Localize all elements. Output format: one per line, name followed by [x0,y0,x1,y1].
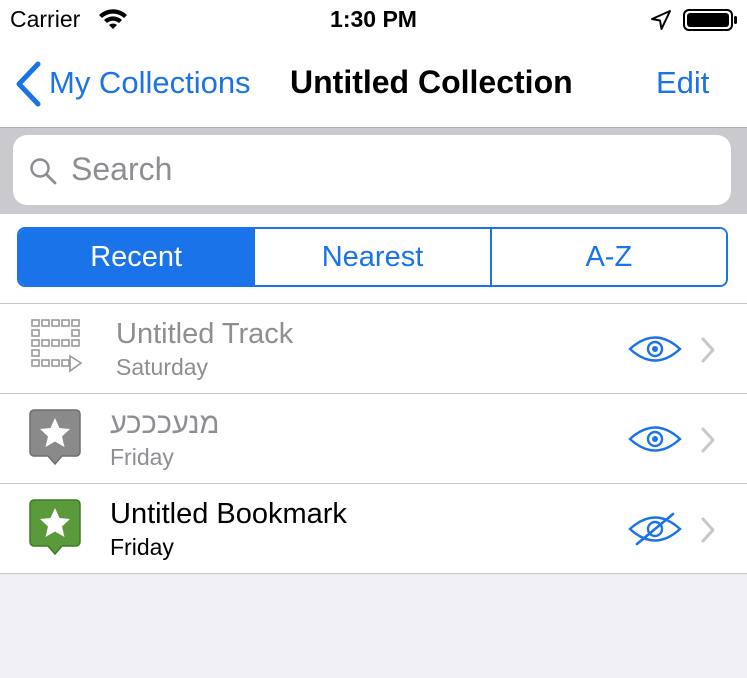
page-title: Untitled Collection [290,64,573,100]
track-icon [31,319,83,373]
chevron-right-icon [701,517,715,543]
segment-recent[interactable]: Recent [19,229,254,285]
item-subtitle: Friday [110,534,174,560]
item-subtitle: Saturday [116,354,209,380]
search-bar: Search [0,128,747,214]
collection-list: Untitled Track Saturday מנעכככע Friday U… [0,304,747,574]
eye-slash-icon[interactable] [627,512,683,546]
edit-button[interactable]: Edit [656,65,709,101]
status-bar: Carrier 1:30 PM [0,0,747,40]
chevron-right-icon [701,337,715,363]
battery-icon [683,9,737,31]
list-item[interactable]: Untitled Bookmark Friday [0,484,747,573]
sort-segmented-control: Recent Nearest A-Z [17,227,728,287]
star-bookmark-icon [29,409,81,466]
item-title: מנעכככע [110,408,220,440]
screen: Carrier 1:30 PM My Collections Untitled … [0,0,747,678]
search-icon [30,158,57,185]
item-title: Untitled Track [116,318,294,350]
segment-nearest[interactable]: Nearest [253,229,490,285]
eye-icon[interactable] [627,422,683,456]
navigation-bar: My Collections Untitled Collection Edit [0,40,747,128]
segment-a-z[interactable]: A-Z [489,229,726,285]
item-subtitle: Friday [110,444,174,470]
search-input[interactable]: Search [13,135,731,205]
back-chevron-icon[interactable] [14,61,42,107]
back-button[interactable]: My Collections [49,65,251,101]
list-item[interactable]: מנעכככע Friday [0,394,747,484]
list-item[interactable]: Untitled Track Saturday [0,304,747,394]
location-arrow-icon [651,10,671,30]
eye-icon[interactable] [627,332,683,366]
item-title: Untitled Bookmark [110,498,347,530]
clock-label: 1:30 PM [330,6,417,32]
sort-segment-area: Recent Nearest A-Z [0,214,747,304]
star-bookmark-icon [29,499,81,556]
search-placeholder: Search [71,151,173,187]
chevron-right-icon [701,427,715,453]
